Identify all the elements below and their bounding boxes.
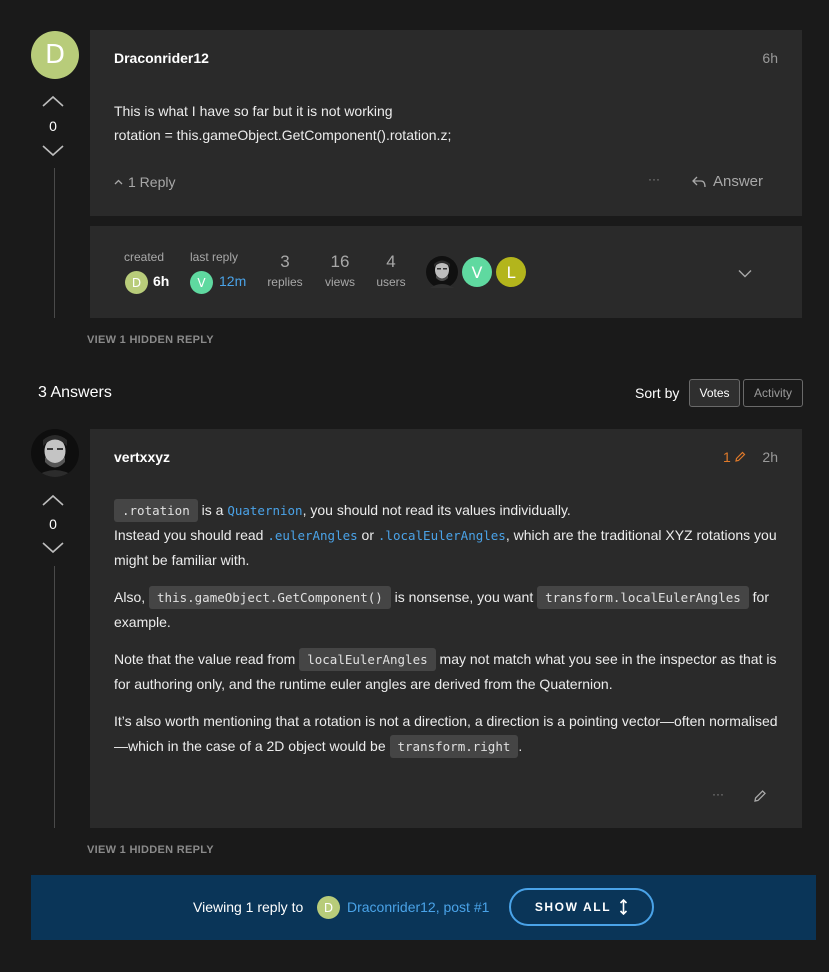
post-author[interactable]: vertxxyz (114, 449, 170, 465)
pencil-icon (735, 451, 746, 462)
more-button[interactable]: ··· (648, 172, 660, 186)
reply-arrow-icon (692, 176, 706, 187)
avatar[interactable]: V (462, 257, 492, 287)
pencil-icon[interactable] (753, 789, 767, 803)
last-reply-label: last reply (190, 250, 239, 264)
avatar[interactable]: D (31, 31, 79, 79)
views-count: 16 (330, 252, 350, 271)
viewing-text: Viewing 1 reply to (193, 899, 304, 915)
vote-count: 0 (49, 118, 57, 134)
created-time[interactable]: 6h (153, 273, 169, 289)
show-all-label: SHOW ALL (534, 900, 612, 914)
reply-toggle-button[interactable]: 1 Reply (114, 174, 175, 190)
inline-code: transform.right (389, 735, 519, 758)
link-local-euler-angles[interactable]: .localEulerAngles (378, 528, 506, 543)
avatar[interactable]: D (317, 896, 340, 919)
paragraph: Also, this.gameObject.GetComponent() is … (114, 585, 780, 635)
edit-count: 1 (723, 449, 731, 465)
thread-line (54, 168, 55, 318)
inline-code: this.gameObject.GetComponent() (149, 586, 391, 609)
inline-code: localEulerAngles (299, 648, 436, 671)
answer-label: Answer (713, 173, 764, 190)
upvote-icon[interactable] (41, 94, 65, 108)
topic-map: created D 6h last reply V 12m 3 replies … (90, 226, 802, 318)
inline-code: .rotation (114, 499, 198, 522)
thread-line (54, 566, 55, 828)
reply-toggle-label: 1 Reply (128, 174, 176, 190)
post-body-line: This is what I have so far but it is not… (114, 103, 393, 119)
link-quaternion[interactable]: Quaternion (227, 503, 302, 518)
expand-vertical-icon (620, 899, 628, 915)
avatar[interactable]: D (125, 271, 148, 294)
downvote-icon[interactable] (41, 144, 65, 158)
sort-label: Sort by (635, 385, 680, 401)
answer-button[interactable]: Answer (692, 173, 763, 190)
edit-history-button[interactable]: 1 (723, 449, 746, 465)
views-label: views (324, 275, 355, 289)
created-label: created (124, 250, 165, 264)
inline-code: transform.localEulerAngles (537, 586, 749, 609)
chevron-down-icon[interactable] (738, 269, 752, 278)
sort-activity-button[interactable]: Activity (743, 379, 803, 407)
paragraph: Note that the value read from localEuler… (114, 647, 780, 697)
avatar[interactable] (31, 429, 79, 477)
users-count: 4 (386, 252, 396, 271)
viewing-reply-banner: Viewing 1 reply to D Draconrider12, post… (31, 875, 816, 940)
users-label: users (376, 275, 406, 289)
downvote-icon[interactable] (41, 541, 65, 555)
post-body: This is what I have so far but it is not… (114, 99, 774, 147)
replies-count: 3 (280, 252, 290, 271)
show-all-button[interactable]: SHOW ALL (509, 888, 654, 926)
replies-label: replies (267, 275, 303, 289)
last-reply-time[interactable]: 12m (219, 273, 246, 289)
answer-card: vertxxyz 1 2h .rotation is a Quaternion,… (90, 429, 802, 828)
post-time[interactable]: 2h (762, 449, 778, 465)
question-card: Draconrider12 6h This is what I have so … (90, 30, 802, 216)
paragraph: It’s also worth mentioning that a rotati… (114, 709, 780, 759)
answers-title: 3 Answers (38, 384, 112, 401)
post-time[interactable]: 6h (762, 50, 778, 66)
vote-count: 0 (49, 516, 57, 532)
view-hidden-reply-link[interactable]: VIEW 1 HIDDEN REPLY (87, 844, 214, 856)
more-button[interactable]: ··· (712, 787, 724, 801)
link-euler-angles[interactable]: .eulerAngles (267, 528, 357, 543)
sort-votes-button[interactable]: Votes (689, 379, 740, 407)
avatar[interactable]: V (190, 271, 213, 294)
post-link[interactable]: Draconrider12, post #1 (347, 899, 489, 915)
avatar[interactable] (426, 256, 458, 288)
post-body-line: rotation = this.gameObject.GetComponent(… (114, 127, 452, 143)
chevron-up-icon (114, 179, 123, 185)
view-hidden-reply-link[interactable]: VIEW 1 HIDDEN REPLY (87, 334, 214, 346)
paragraph: .rotation is a Quaternion, you should no… (114, 498, 780, 573)
avatar[interactable]: L (496, 257, 526, 287)
post-body: .rotation is a Quaternion, you should no… (114, 498, 780, 771)
upvote-icon[interactable] (41, 493, 65, 507)
post-author[interactable]: Draconrider12 (114, 50, 209, 66)
